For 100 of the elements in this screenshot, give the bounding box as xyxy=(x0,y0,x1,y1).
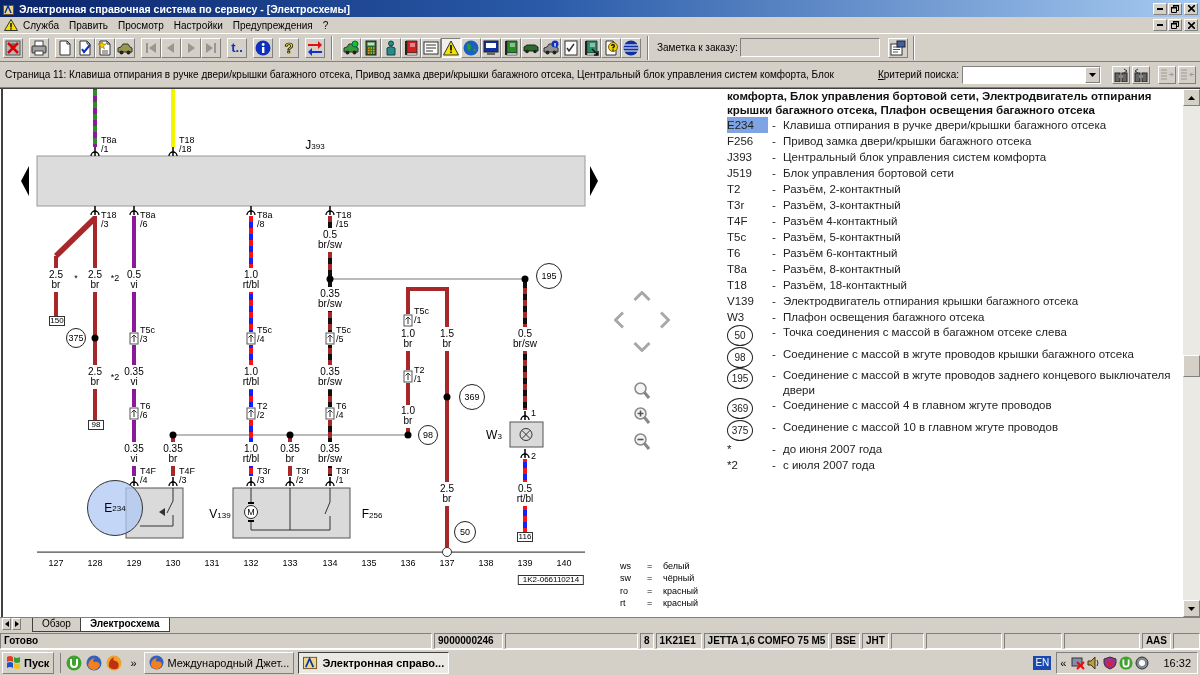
menu-item[interactable]: Служба xyxy=(18,19,65,31)
legend-code[interactable]: J519 xyxy=(727,165,768,181)
legend-code[interactable]: J393 xyxy=(727,149,768,165)
wire-label: 1.0 rt/bl xyxy=(242,367,260,387)
legend-code[interactable]: T2 xyxy=(727,181,768,197)
junction-dot-icon xyxy=(521,275,529,283)
junction-dot-icon xyxy=(286,431,294,439)
legend-code[interactable]: T8a xyxy=(727,261,768,277)
legend-separator: - xyxy=(772,166,777,181)
minimize-button[interactable] xyxy=(1153,19,1167,31)
flame-icon[interactable] xyxy=(106,654,123,671)
footnote-mark: * xyxy=(74,274,78,283)
circle-u-icon[interactable] xyxy=(66,654,83,671)
minimize-icon xyxy=(1157,7,1163,10)
document-star-icon xyxy=(97,39,113,56)
legend-separator: - xyxy=(772,294,777,309)
reference-tag: 150 xyxy=(49,316,65,326)
close-icon xyxy=(1187,21,1195,29)
restore-icon xyxy=(1171,21,1179,29)
legend-code[interactable]: T18 xyxy=(727,277,768,293)
document-check-icon xyxy=(77,39,93,56)
legend-separator: - xyxy=(772,368,777,383)
legend-description: Разъём 6-контактный xyxy=(783,246,899,261)
tray-expand-button[interactable]: « xyxy=(1060,656,1067,669)
close-icon xyxy=(1187,5,1195,12)
calculator-icon xyxy=(363,39,379,56)
legend-code[interactable]: E234 xyxy=(727,117,768,133)
menu-item[interactable]: Править xyxy=(64,19,114,31)
menu-item[interactable]: Предупреждения xyxy=(227,19,318,31)
menu-item[interactable]: Просмотр xyxy=(113,19,169,31)
legend-code[interactable]: F256 xyxy=(727,133,768,149)
toolbar-button[interactable]: t.. xyxy=(227,37,247,58)
arrow-left-icon xyxy=(21,166,29,196)
shield-icon[interactable] xyxy=(1103,655,1118,670)
legend-description: Разъём, 2-контактный xyxy=(783,182,902,197)
status-panel: JHT xyxy=(861,633,889,649)
tab-scroll-left-button[interactable] xyxy=(2,618,11,630)
car-info-icon xyxy=(543,39,559,56)
connector-label: T5c /3 xyxy=(140,326,155,344)
legend-code[interactable]: * xyxy=(727,441,768,457)
color-code: sw xyxy=(620,574,631,584)
zoom-out-icon[interactable] xyxy=(634,433,650,450)
legend-code[interactable]: T6 xyxy=(727,245,768,261)
connector-icon xyxy=(90,147,100,157)
search-button[interactable] xyxy=(1132,65,1150,84)
wire-label: 2.5 br xyxy=(440,484,454,504)
equals-sign: = xyxy=(647,562,653,571)
legend-code[interactable]: V139 xyxy=(727,293,768,309)
tab-scroll-right-button[interactable] xyxy=(12,618,21,630)
language-indicator[interactable]: EN xyxy=(1033,655,1052,670)
start-button[interactable]: Пуск xyxy=(2,651,55,674)
junction-dot-icon xyxy=(326,275,334,283)
legend-separator: - xyxy=(772,442,777,457)
legend-code[interactable]: W3 xyxy=(727,309,768,325)
legend-code[interactable]: T4F xyxy=(727,213,768,229)
scroll-down-button[interactable] xyxy=(1183,600,1200,617)
component-box xyxy=(509,421,544,448)
legend-code[interactable]: T3r xyxy=(727,197,768,213)
legend-separator: - xyxy=(772,346,777,362)
minimize-button[interactable] xyxy=(1153,2,1167,15)
monitor-cross-icon[interactable] xyxy=(1071,655,1086,670)
connector-label: T18 /15 xyxy=(336,211,352,229)
search-field[interactable] xyxy=(962,65,1101,84)
wire-label: 2.5 br xyxy=(88,270,102,290)
scrollbar-thumb[interactable] xyxy=(1183,355,1200,377)
taskbar-button[interactable]: Электронная справо... xyxy=(298,651,450,674)
search-button[interactable] xyxy=(1112,65,1130,84)
note-button[interactable] xyxy=(887,37,908,58)
color-name: чёрный xyxy=(663,574,695,584)
list-arrow-icon xyxy=(1160,67,1174,82)
connector-icon xyxy=(285,477,295,487)
close-button[interactable] xyxy=(1184,19,1198,31)
arrow-down-icon xyxy=(1188,606,1195,611)
tab[interactable]: Электросхема xyxy=(79,618,170,632)
legend-description: Центральный блок управления систем комфорта xyxy=(783,150,1048,165)
restore-button[interactable] xyxy=(1168,19,1182,31)
speaker-icon[interactable] xyxy=(1087,655,1102,670)
monitor-icon xyxy=(483,39,499,56)
more-button[interactable]: » xyxy=(130,656,137,669)
taskbar-button[interactable]: Международный Джет... xyxy=(143,651,295,674)
scroll-up-button[interactable] xyxy=(1183,89,1200,106)
legend-description: Разъём 4-контактный xyxy=(783,214,899,229)
tab[interactable]: Обзор xyxy=(32,618,81,632)
dropdown-button[interactable] xyxy=(1085,66,1100,83)
ring-icon[interactable] xyxy=(1135,655,1150,670)
restore-button[interactable] xyxy=(1168,2,1182,15)
search-icon[interactable] xyxy=(634,382,650,399)
menu-item[interactable]: ? xyxy=(317,19,334,31)
legend-code[interactable]: T5c xyxy=(727,229,768,245)
menu-item[interactable]: Настройки xyxy=(168,19,228,31)
zoom-in-icon[interactable] xyxy=(634,407,650,424)
globe-icon[interactable] xyxy=(86,654,103,671)
legend-separator: - xyxy=(772,214,777,229)
legend-code[interactable]: *2 xyxy=(727,457,768,473)
restore-icon xyxy=(1171,4,1179,13)
close-button[interactable] xyxy=(1184,2,1198,15)
globe-icon xyxy=(148,655,164,670)
legend-separator: - xyxy=(772,198,777,213)
figure-icon xyxy=(383,39,399,56)
toolbar-button[interactable] xyxy=(441,37,461,58)
